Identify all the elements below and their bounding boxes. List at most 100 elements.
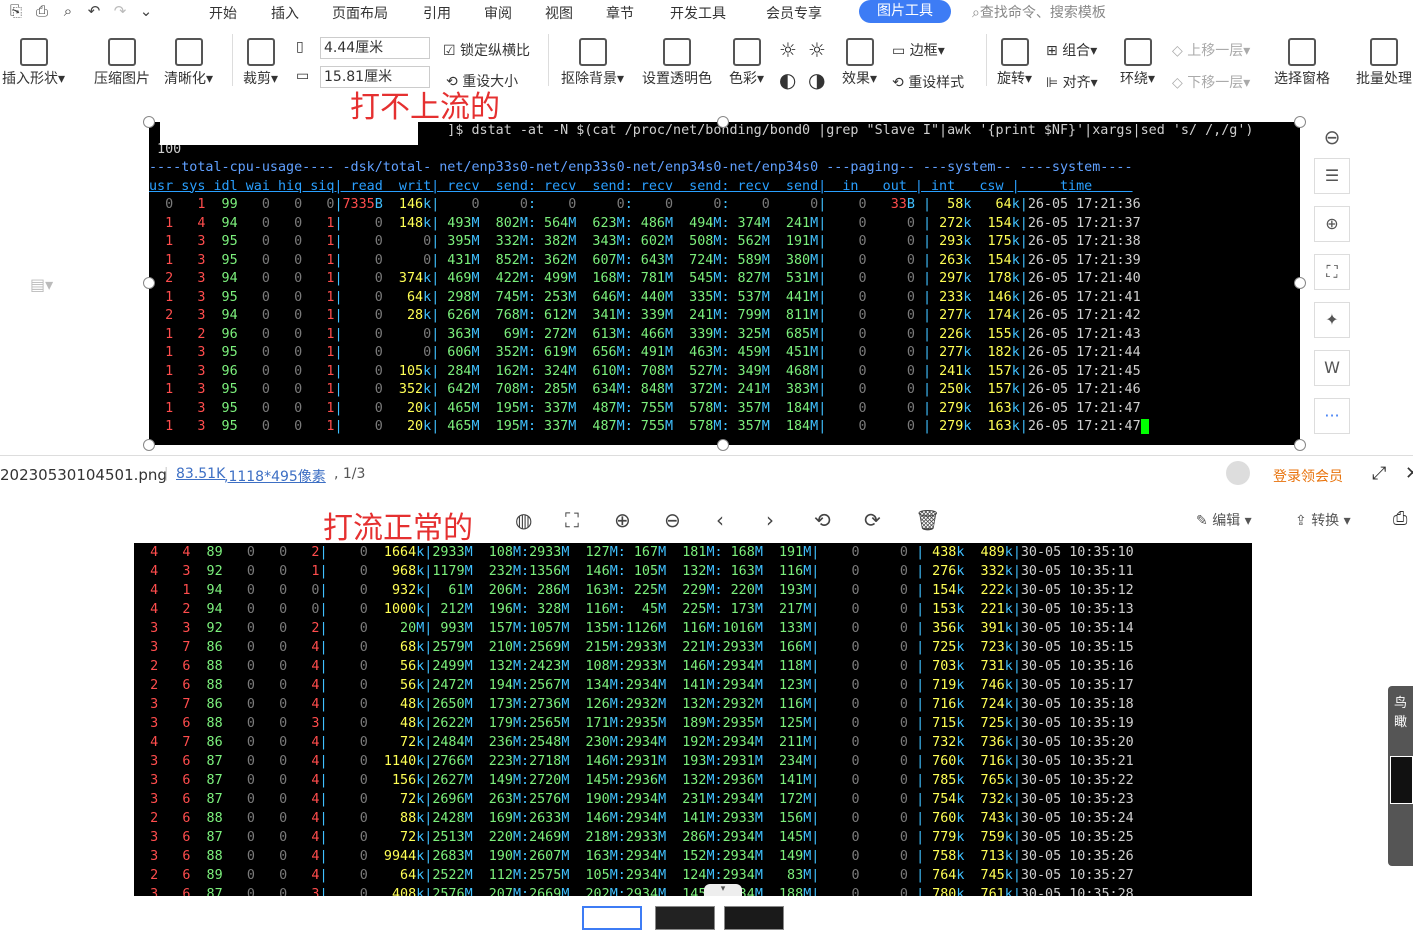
redo-icon[interactable]: ↷ <box>110 2 130 20</box>
zoom-out-icon[interactable]: ⊖ <box>1314 120 1350 156</box>
resize-handle[interactable] <box>1294 116 1306 128</box>
unit: k <box>956 621 965 636</box>
insert-shape-button[interactable]: 插入形状▾ <box>2 38 65 88</box>
tab-picture-tools[interactable]: 图片工具 <box>859 0 951 23</box>
lock-ratio-checkbox[interactable]: ☑ 锁定纵横比 <box>443 40 530 60</box>
contrast-up-icon[interactable]: ◐ <box>779 68 796 92</box>
resize-handle[interactable] <box>717 439 729 451</box>
cell: 760 <box>924 811 957 826</box>
previous-icon[interactable]: ‹ <box>716 508 724 532</box>
zoom-in-icon[interactable]: ⊕ <box>1314 206 1350 242</box>
set-transparent-button[interactable]: 设置透明色 <box>642 38 712 88</box>
collapse-thumbnails-icon[interactable]: ▾ <box>704 884 742 896</box>
crop-button[interactable]: 裁剪▾ <box>243 38 278 88</box>
cell: 132 <box>674 773 707 788</box>
customize-icon[interactable]: ⌄ <box>136 2 156 20</box>
crop-icon[interactable]: ⛶ <box>1314 254 1350 290</box>
send-backward-button[interactable]: ◇ 下移一层▾ <box>1172 72 1250 92</box>
tab-developer[interactable]: 开发工具 <box>670 3 726 23</box>
bird-view-panel[interactable]: 鸟瞰 <box>1388 686 1413 866</box>
separator: | <box>916 849 925 864</box>
reset-style-button[interactable]: ⟲ 重设样式 <box>892 72 964 92</box>
bring-forward-button[interactable]: ◇ 上移一层▾ <box>1172 40 1250 60</box>
effects-button[interactable]: 效果▾ <box>842 38 877 88</box>
cell: 174 <box>979 308 1012 323</box>
tab-section[interactable]: 章节 <box>606 3 634 23</box>
fullscreen-icon[interactable]: ⤢ <box>1372 463 1386 484</box>
rotate-left-icon[interactable]: ⟲ <box>814 508 831 532</box>
zoom-in-icon[interactable]: ⊕ <box>614 508 631 532</box>
width-input[interactable]: 4.44厘米 <box>320 37 430 59</box>
tab-home[interactable]: 开始 <box>209 3 237 23</box>
resize-handle[interactable] <box>143 277 155 289</box>
fit-window-icon[interactable]: ⛶ <box>565 508 579 532</box>
file-dimensions[interactable]: ,1118*495像素 <box>224 466 326 486</box>
brightness-up-icon[interactable]: ☼ <box>779 38 797 62</box>
border-button[interactable]: ▭ 边框▾ <box>892 40 945 60</box>
word-icon[interactable]: W <box>1314 350 1350 386</box>
terminal-screenshot-top[interactable]: ]$ dstat -at -N $(cat /proc/net/bonding/… <box>149 122 1300 445</box>
next-icon[interactable]: › <box>766 508 774 532</box>
resize-handle[interactable] <box>143 116 155 128</box>
paste-options-icon[interactable]: ▤▾ <box>30 275 53 294</box>
resize-handle[interactable] <box>1294 277 1306 289</box>
undo-icon[interactable]: ↶ <box>84 2 104 20</box>
layout-options-icon[interactable]: ☰ <box>1314 158 1350 194</box>
contrast-down-icon[interactable]: ◑ <box>808 68 825 92</box>
print-icon[interactable]: ⎙ <box>32 2 52 20</box>
rotate-right-icon[interactable]: ⟳ <box>864 508 881 532</box>
batch-process-button[interactable]: 批量处理 <box>1356 38 1412 88</box>
tab-insert[interactable]: 插入 <box>271 3 299 23</box>
thumbnail-2[interactable] <box>655 906 715 930</box>
unit: M <box>665 419 674 434</box>
crop-icon <box>246 38 275 66</box>
align-button[interactable]: ⊫ 对齐▾ <box>1046 72 1098 92</box>
file-size[interactable]: 83.51K <box>176 466 225 482</box>
unit: M <box>616 345 625 360</box>
convert-button[interactable]: ⇪ 转换 ▾ <box>1295 510 1351 530</box>
sharpen-button[interactable]: 清晰化▾ <box>164 38 213 88</box>
time-cell: 30-05 10:35:12 <box>1020 583 1134 598</box>
cell: 217 <box>770 602 804 617</box>
remove-background-button[interactable]: 抠除背景▾ <box>561 38 624 88</box>
brightness-down-icon[interactable]: ☼ <box>808 38 826 62</box>
tab-page-layout[interactable]: 页面布局 <box>332 3 388 23</box>
bulb-icon[interactable]: ✦ <box>1314 302 1350 338</box>
delete-icon[interactable]: 🗑 <box>915 508 940 532</box>
cell: 746 <box>972 678 1005 693</box>
cell: 207 <box>480 887 513 896</box>
color-button[interactable]: 色彩▾ <box>729 38 764 88</box>
resize-handle[interactable] <box>143 439 155 451</box>
tab-member[interactable]: 会员专享 <box>766 3 822 23</box>
tab-view[interactable]: 视图 <box>545 3 573 23</box>
thumbnail-1[interactable] <box>582 906 642 930</box>
rotate-button[interactable]: 旋转▾ <box>997 38 1032 88</box>
save-icon[interactable]: ⎘ <box>6 2 26 20</box>
tab-references[interactable]: 引用 <box>423 3 451 23</box>
resize-handle[interactable] <box>717 116 729 128</box>
wrap-button[interactable]: 环绕▾ <box>1120 38 1155 88</box>
avatar[interactable] <box>1226 461 1250 485</box>
group-button[interactable]: ⊞ 组合▾ <box>1046 40 1097 60</box>
compress-button[interactable]: 压缩图片 <box>94 38 150 88</box>
cell: 193 <box>770 583 804 598</box>
zoom-out-icon[interactable]: ⊖ <box>664 508 681 532</box>
mouse-icon[interactable]: ◍ <box>515 508 532 532</box>
print-icon[interactable]: ⎙ <box>1393 508 1407 529</box>
cell: 0 <box>263 849 288 864</box>
cell: 0 <box>230 735 255 750</box>
terminal-screenshot-bottom[interactable]: 4 4 89 0 0 2| 0 1664k|2933M 108M:2933M 1… <box>134 543 1252 896</box>
print-preview-icon[interactable]: ⌕ <box>58 2 78 20</box>
cell: 45 <box>625 602 659 617</box>
thumbnail-3[interactable] <box>724 906 784 930</box>
close-icon[interactable]: ✕ <box>1405 463 1413 484</box>
selection-pane-button[interactable]: 选择窗格 <box>1274 38 1330 88</box>
width-icon: ▯ <box>296 39 304 55</box>
command-search[interactable]: ⌕查找命令、搜索模板 <box>972 2 1106 22</box>
login-member-link[interactable]: 登录领会员 <box>1273 466 1343 486</box>
more-icon[interactable]: ··· <box>1314 398 1350 434</box>
tab-review[interactable]: 审阅 <box>484 3 512 23</box>
resize-handle[interactable] <box>1294 439 1306 451</box>
edit-button[interactable]: ✎ 编辑 ▾ <box>1196 510 1252 530</box>
cell: 2933 <box>722 811 755 826</box>
